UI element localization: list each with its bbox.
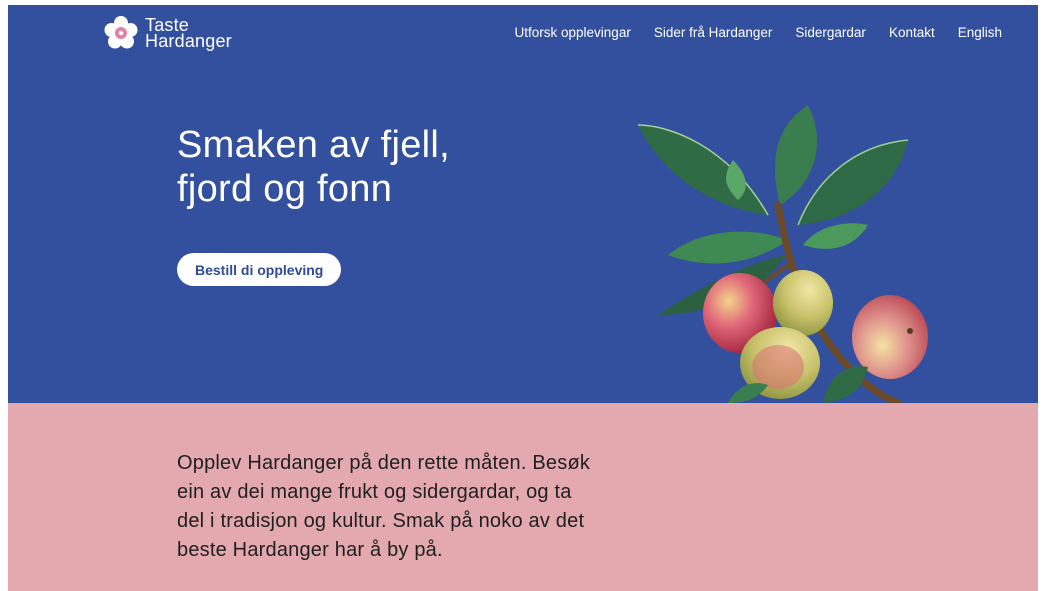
hero-headline: Smaken av fjell, fjord og fonn (177, 123, 450, 211)
book-experience-button[interactable]: Bestill di oppleving (177, 253, 342, 286)
site-logo[interactable]: Taste Hardanger (103, 15, 232, 51)
nav-link-utforsk-opplevingar[interactable]: Utforsk opplevingar (515, 25, 631, 40)
main-nav: Utforsk opplevingar Sider frå Hardanger … (515, 25, 1002, 40)
leaves (637, 105, 909, 315)
logo-wordmark: Taste Hardanger (145, 16, 232, 51)
apples (703, 270, 928, 399)
apple-branch-illustration (637, 105, 928, 403)
page: Taste Hardanger Utforsk opplevingar Side… (8, 5, 1038, 591)
nav-link-sider-fra-hardanger[interactable]: Sider frå Hardanger (654, 25, 773, 40)
intro-text: Opplev Hardanger på den rette måten. Bes… (177, 452, 591, 561)
nav-link-kontakt[interactable]: Kontakt (889, 25, 935, 40)
nav-link-english[interactable]: English (958, 25, 1002, 40)
intro-section: Opplev Hardanger på den rette måten. Bes… (8, 403, 1038, 591)
hero-headline-line1: Smaken av fjell, (177, 124, 451, 166)
logo-text-line2: Hardanger (145, 31, 232, 51)
hero-section: Taste Hardanger Utforsk opplevingar Side… (8, 5, 1038, 403)
hero-headline-line2: fjord og fonn (177, 168, 393, 210)
nav-link-sidergardar[interactable]: Sidergardar (795, 25, 866, 40)
flower-icon (104, 16, 138, 49)
